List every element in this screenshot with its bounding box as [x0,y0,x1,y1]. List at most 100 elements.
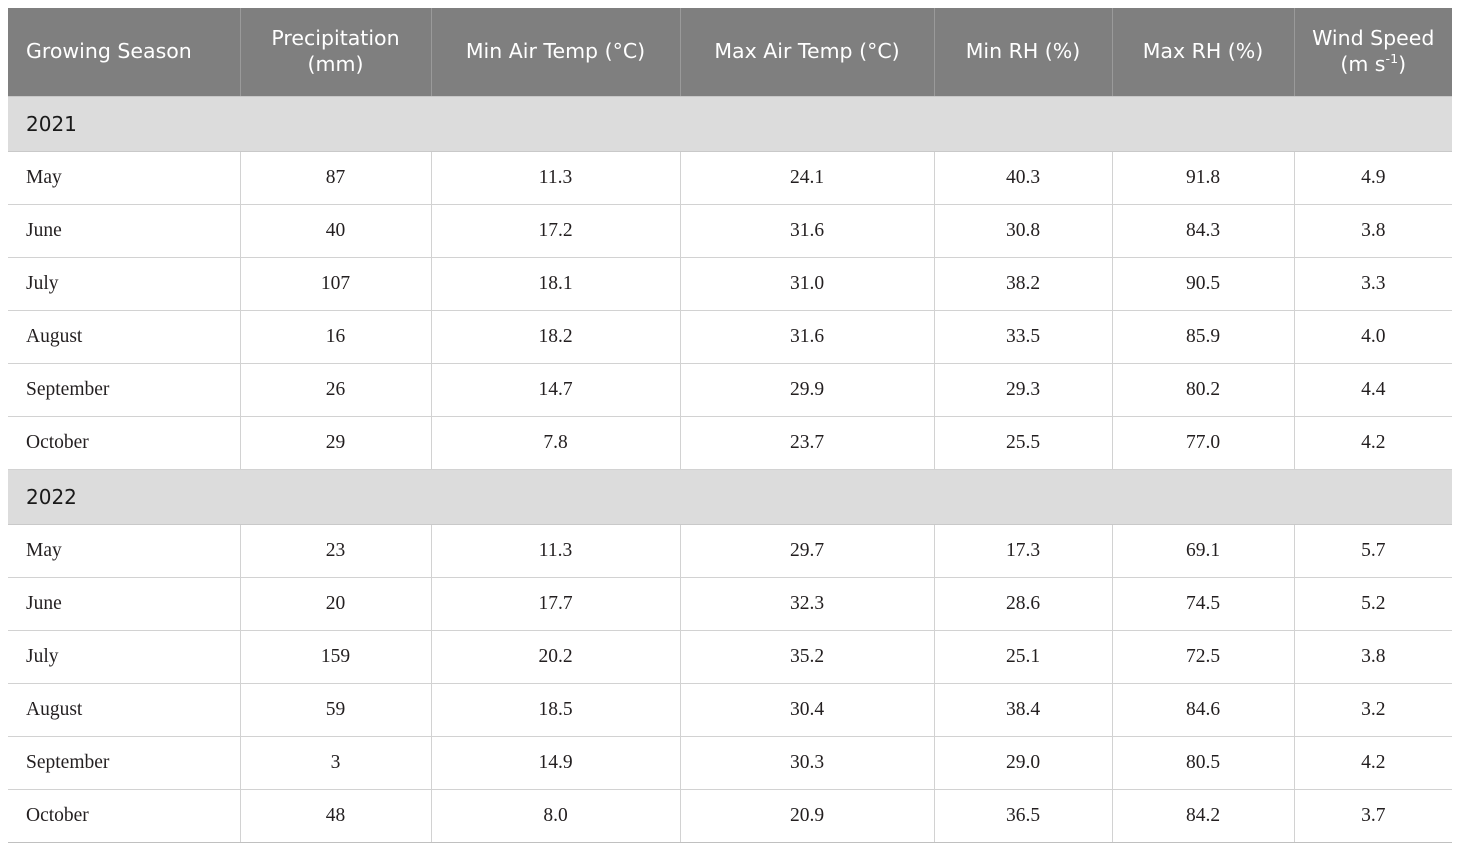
cell-precipitation: 159 [240,630,432,684]
cell-wind-speed: 4.4 [1294,363,1452,417]
cell-precipitation: 26 [240,363,432,417]
column-header-max-air-temp-label: Max Air Temp (°C) [714,39,900,64]
cell-min-air-temp: 11.3 [431,151,681,205]
cell-min-air-temp: 17.2 [431,204,681,258]
cell-min-rh: 30.8 [934,204,1113,258]
cell-min-air-temp: 17.7 [431,577,681,631]
cell-precipitation: 87 [240,151,432,205]
cell-wind-speed: 5.2 [1294,577,1452,631]
cell-precipitation: 29 [240,416,432,470]
cell-max-air-temp: 29.7 [680,524,935,578]
cell-precipitation: 48 [240,789,432,843]
cell-max-rh: 84.3 [1112,204,1295,258]
cell-season: July [8,630,241,684]
group-row-label: 2021 [8,96,1452,152]
table-row: October 29 7.8 23.7 25.5 77.0 4.2 [8,416,1452,470]
cell-min-air-temp: 18.5 [431,683,681,737]
column-header-precipitation-unit: (mm) [307,52,364,76]
column-header-min-air-temp: Min Air Temp (°C) [431,8,681,97]
cell-wind-speed: 3.8 [1294,630,1452,684]
column-header-max-rh: Max RH (%) [1112,8,1295,97]
cell-max-rh: 72.5 [1112,630,1295,684]
cell-max-rh: 69.1 [1112,524,1295,578]
cell-max-air-temp: 20.9 [680,789,935,843]
cell-min-rh: 29.3 [934,363,1113,417]
table-row: May 23 11.3 29.7 17.3 69.1 5.7 [8,524,1452,578]
cell-min-rh: 17.3 [934,524,1113,578]
cell-season: August [8,683,241,737]
column-header-max-air-temp: Max Air Temp (°C) [680,8,935,97]
column-header-max-rh-label: Max RH (%) [1142,39,1264,64]
table-row: October 48 8.0 20.9 36.5 84.2 3.7 [8,789,1452,843]
cell-max-air-temp: 31.6 [680,310,935,364]
wind-unit-suffix: ) [1398,52,1407,76]
cell-min-rh: 40.3 [934,151,1113,205]
cell-precipitation: 107 [240,257,432,311]
cell-wind-speed: 4.2 [1294,736,1452,790]
column-header-wind-speed: Wind Speed (m s-1) [1294,8,1452,97]
column-header-wind-speed-unit: (m s-1) [1303,52,1445,78]
cell-max-rh: 90.5 [1112,257,1295,311]
cell-max-air-temp: 30.3 [680,736,935,790]
growing-season-weather-table: Growing Season Precipitation (mm) Min Ai… [8,8,1452,843]
cell-max-air-temp: 31.6 [680,204,935,258]
cell-min-air-temp: 11.3 [431,524,681,578]
cell-min-rh: 38.2 [934,257,1113,311]
wind-unit-exponent: -1 [1385,51,1399,67]
cell-season: July [8,257,241,311]
cell-wind-speed: 3.8 [1294,204,1452,258]
cell-precipitation: 20 [240,577,432,631]
table-row: July 107 18.1 31.0 38.2 90.5 3.3 [8,257,1452,311]
cell-season: May [8,151,241,205]
cell-season: May [8,524,241,578]
cell-precipitation: 16 [240,310,432,364]
column-header-min-rh-label: Min RH (%) [965,39,1081,64]
column-header-precipitation-label: Precipitation [271,26,400,51]
cell-wind-speed: 3.2 [1294,683,1452,737]
cell-max-air-temp: 35.2 [680,630,935,684]
column-header-min-rh: Min RH (%) [934,8,1113,97]
table-row: June 20 17.7 32.3 28.6 74.5 5.2 [8,577,1452,631]
column-header-wind-speed-label: Wind Speed [1312,26,1435,51]
table-row: August 59 18.5 30.4 38.4 84.6 3.2 [8,683,1452,737]
table-row: September 26 14.7 29.9 29.3 80.2 4.4 [8,363,1452,417]
cell-min-rh: 29.0 [934,736,1113,790]
cell-season: June [8,204,241,258]
cell-min-air-temp: 14.7 [431,363,681,417]
table-body: 2021 May 87 11.3 24.1 40.3 91.8 4.9 June 40 17.2 31… [8,96,1452,843]
cell-season: September [8,363,241,417]
cell-max-rh: 91.8 [1112,151,1295,205]
cell-wind-speed: 4.0 [1294,310,1452,364]
cell-max-rh: 74.5 [1112,577,1295,631]
cell-max-air-temp: 31.0 [680,257,935,311]
cell-wind-speed: 3.7 [1294,789,1452,843]
cell-precipitation: 40 [240,204,432,258]
cell-wind-speed: 3.3 [1294,257,1452,311]
cell-min-air-temp: 7.8 [431,416,681,470]
table-row: August 16 18.2 31.6 33.5 85.9 4.0 [8,310,1452,364]
group-row-label: 2022 [8,469,1452,525]
table-row: September 3 14.9 30.3 29.0 80.5 4.2 [8,736,1452,790]
column-header-growing-season-label: Growing Season [26,39,192,64]
column-header-precipitation: Precipitation (mm) [240,8,432,97]
group-row-2022: 2022 [8,469,1452,525]
cell-min-air-temp: 8.0 [431,789,681,843]
cell-min-rh: 33.5 [934,310,1113,364]
table-row: June 40 17.2 31.6 30.8 84.3 3.8 [8,204,1452,258]
cell-season: October [8,416,241,470]
cell-max-air-temp: 23.7 [680,416,935,470]
cell-max-air-temp: 24.1 [680,151,935,205]
cell-max-rh: 84.6 [1112,683,1295,737]
column-header-growing-season: Growing Season [8,8,241,97]
cell-max-rh: 77.0 [1112,416,1295,470]
table-header: Growing Season Precipitation (mm) Min Ai… [8,8,1452,97]
cell-season: September [8,736,241,790]
header-row: Growing Season Precipitation (mm) Min Ai… [8,8,1452,97]
cell-max-rh: 80.2 [1112,363,1295,417]
cell-wind-speed: 4.2 [1294,416,1452,470]
column-header-min-air-temp-label: Min Air Temp (°C) [465,39,646,64]
table-row: May 87 11.3 24.1 40.3 91.8 4.9 [8,151,1452,205]
cell-min-rh: 25.5 [934,416,1113,470]
cell-min-rh: 36.5 [934,789,1113,843]
wind-unit-prefix: (m s [1340,52,1386,76]
